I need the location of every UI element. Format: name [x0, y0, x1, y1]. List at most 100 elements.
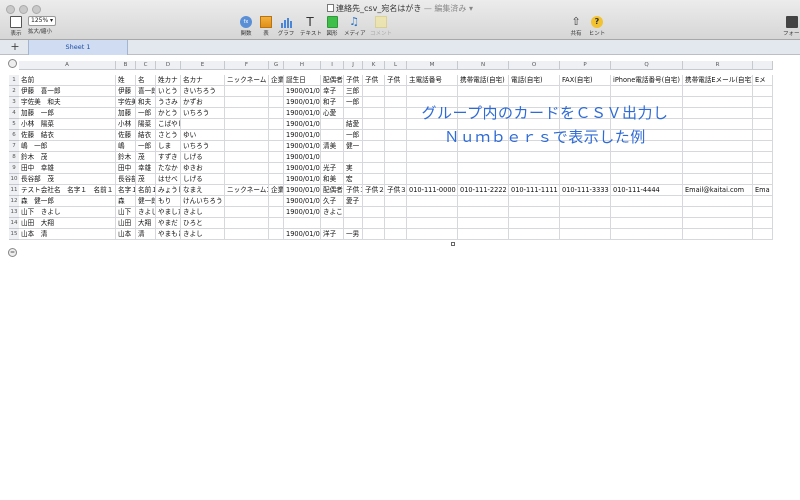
table-cell[interactable]: 一男	[344, 229, 363, 240]
table-cell[interactable]: しげる	[181, 174, 225, 185]
table-cell[interactable]: 田中 幸雄	[19, 163, 116, 174]
table-cell[interactable]	[269, 130, 284, 141]
table-cell[interactable]: iPhone電話番号(自宅)	[611, 75, 683, 86]
table-cell[interactable]	[269, 196, 284, 207]
table-cell[interactable]: Eメ	[753, 75, 773, 86]
table-cell[interactable]: 小林 陽菜	[19, 119, 116, 130]
table-cell[interactable]	[407, 207, 458, 218]
table-cell[interactable]	[225, 108, 269, 119]
column-header[interactable]: M	[407, 61, 458, 70]
shape-button[interactable]: 図形	[324, 16, 340, 37]
format-button[interactable]: フォーマ	[783, 16, 800, 37]
column-header[interactable]: H	[284, 61, 321, 70]
table-cell[interactable]: ひろと	[181, 218, 225, 229]
table-cell[interactable]	[683, 174, 753, 185]
table-cell[interactable]	[225, 97, 269, 108]
table-cell[interactable]	[753, 163, 773, 174]
table-cell[interactable]: Ema	[753, 185, 773, 196]
table-cell[interactable]: 一郎	[344, 97, 363, 108]
table-cell[interactable]	[753, 207, 773, 218]
table-cell[interactable]: 宇佐美	[116, 97, 136, 108]
table-cell[interactable]	[560, 86, 611, 97]
table-cell[interactable]: 佐藤	[116, 130, 136, 141]
table-cell[interactable]: 子供３	[385, 185, 407, 196]
table-cell[interactable]: 茂	[136, 152, 156, 163]
table-cell[interactable]	[385, 163, 407, 174]
table-cell[interactable]	[509, 229, 560, 240]
table-cell[interactable]	[509, 86, 560, 97]
table-cell[interactable]: もり	[156, 196, 181, 207]
table-cell[interactable]	[407, 163, 458, 174]
table-cell[interactable]: 誕生日	[284, 75, 321, 86]
table-cell[interactable]: しげる	[181, 152, 225, 163]
column-header[interactable]: J	[344, 61, 363, 70]
zoom-control[interactable]: 125% ▾ 拡大/縮小	[28, 16, 60, 35]
table-cell[interactable]: 主電話番号	[407, 75, 458, 86]
table-cell[interactable]	[385, 152, 407, 163]
table-cell[interactable]: 企業	[269, 185, 284, 196]
table-cell[interactable]	[269, 152, 284, 163]
table-cell[interactable]: 鈴木 茂	[19, 152, 116, 163]
table-cell[interactable]	[683, 196, 753, 207]
table-cell[interactable]	[269, 174, 284, 185]
table-select-handle[interactable]	[8, 59, 17, 68]
media-button[interactable]: ♫ メディア	[344, 16, 366, 38]
table-cell[interactable]	[269, 97, 284, 108]
row-header[interactable]: 12	[9, 196, 19, 207]
table-cell[interactable]: 和子	[321, 97, 344, 108]
table-cell[interactable]: 結愛	[344, 119, 363, 130]
table-cell[interactable]	[407, 152, 458, 163]
table-cell[interactable]: 携帯電話(自宅)	[458, 75, 509, 86]
table-cell[interactable]: 名前	[19, 75, 116, 86]
row-header[interactable]: 6	[9, 130, 19, 141]
table-cell[interactable]	[269, 218, 284, 229]
table-cell[interactable]	[225, 130, 269, 141]
table-cell[interactable]: 1900/01/01	[284, 97, 321, 108]
table-cell[interactable]	[753, 130, 773, 141]
table-cell[interactable]	[560, 229, 611, 240]
table-cell[interactable]: 子供１	[344, 185, 363, 196]
table-cell[interactable]	[560, 218, 611, 229]
table-cell[interactable]: いとう	[156, 86, 181, 97]
table-cell[interactable]	[509, 218, 560, 229]
table-cell[interactable]: 姓カナ	[156, 75, 181, 86]
column-header[interactable]: L	[385, 61, 407, 70]
table-cell[interactable]: 長谷部 茂	[19, 174, 116, 185]
table-cell[interactable]: 清	[136, 229, 156, 240]
row-header[interactable]: 5	[9, 119, 19, 130]
table-cell[interactable]: 1900/01/01	[284, 86, 321, 97]
view-button[interactable]: 表示	[6, 16, 26, 37]
table-cell[interactable]: 嶋	[116, 141, 136, 152]
table-cell[interactable]: 1900/01/01	[284, 119, 321, 130]
table-cell[interactable]: ゆきお	[181, 163, 225, 174]
table-cell[interactable]: きよこ	[321, 207, 344, 218]
table-cell[interactable]	[321, 119, 344, 130]
table-cell[interactable]: 1900/01/01	[284, 108, 321, 119]
table-cell[interactable]: はせべ	[156, 174, 181, 185]
row-header[interactable]: 1	[9, 75, 19, 86]
table-cell[interactable]: きよし	[136, 207, 156, 218]
table-cell[interactable]	[344, 207, 363, 218]
table-cell[interactable]	[321, 152, 344, 163]
table-cell[interactable]: 佐藤 結衣	[19, 130, 116, 141]
table-cell[interactable]	[753, 97, 773, 108]
table-cell[interactable]: Email@kaitai.com	[683, 185, 753, 196]
table-cell[interactable]: やまだ	[156, 218, 181, 229]
table-cell[interactable]	[225, 141, 269, 152]
table-cell[interactable]: 山本 清	[19, 229, 116, 240]
table-cell[interactable]	[509, 163, 560, 174]
table-cell[interactable]	[753, 141, 773, 152]
table-cell[interactable]	[385, 218, 407, 229]
table-cell[interactable]	[560, 163, 611, 174]
table-cell[interactable]: 和美	[321, 174, 344, 185]
table-cell[interactable]: 1900/01/01	[284, 152, 321, 163]
table-cell[interactable]: 携帯電話Eメール(自宅)	[683, 75, 753, 86]
table-cell[interactable]: きいちろう	[181, 86, 225, 97]
table-cell[interactable]	[269, 119, 284, 130]
table-cell[interactable]: うさみ	[156, 97, 181, 108]
table-cell[interactable]	[753, 119, 773, 130]
table-cell[interactable]	[458, 229, 509, 240]
column-header[interactable]: P	[560, 61, 611, 70]
table-cell[interactable]	[458, 152, 509, 163]
table-cell[interactable]: 名カナ	[181, 75, 225, 86]
